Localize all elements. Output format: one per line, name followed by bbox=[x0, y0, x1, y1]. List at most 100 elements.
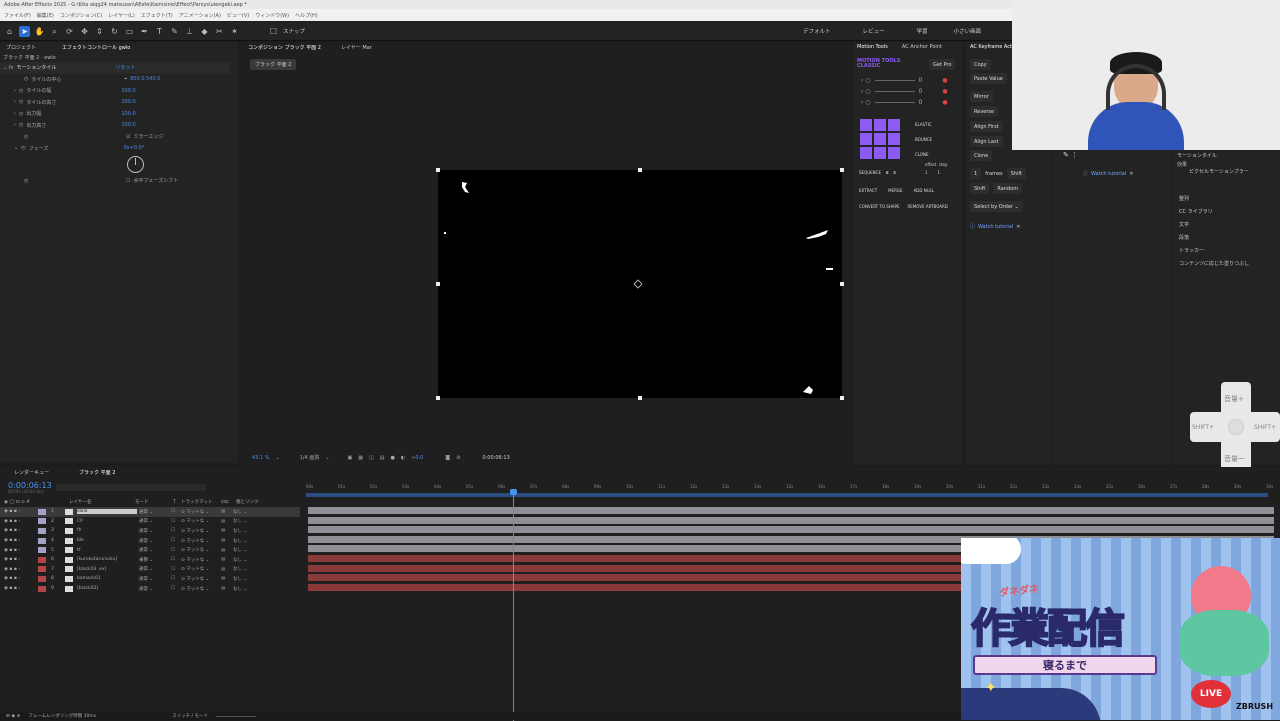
matte-select[interactable]: ⊙ マットな ⌄ bbox=[181, 566, 221, 572]
crosshair-icon[interactable]: ⌖ bbox=[124, 76, 127, 82]
pickwhip-icon[interactable]: @ bbox=[221, 538, 233, 543]
stopwatch-icon[interactable]: ◴ bbox=[19, 88, 23, 94]
panel-tracker[interactable]: トラッカー bbox=[1179, 245, 1280, 258]
t-toggle[interactable]: ☐ bbox=[171, 509, 181, 514]
mode-select[interactable]: 通常 ⌄ bbox=[137, 538, 171, 544]
pickwhip-icon[interactable]: @ bbox=[221, 557, 233, 562]
home-icon[interactable]: ⌂ bbox=[4, 26, 15, 37]
pickwhip-icon[interactable]: @ bbox=[221, 567, 233, 572]
chevron-down-icon[interactable]: ⌄ fx bbox=[3, 65, 14, 71]
handle[interactable] bbox=[840, 396, 844, 400]
label-color[interactable] bbox=[38, 508, 46, 515]
zoom-level[interactable]: 43.1 % bbox=[252, 455, 269, 461]
chevron-down-icon[interactable]: ⌄ bbox=[325, 455, 329, 461]
slider-row[interactable]: › ○ 0 ● bbox=[861, 97, 956, 108]
panel-character[interactable]: 文字 bbox=[1179, 219, 1280, 232]
prop-value[interactable]: 0x+0.0° bbox=[124, 145, 145, 151]
eye-icon[interactable]: ◉ ▪ ▪ › bbox=[0, 567, 38, 572]
tab-render-queue[interactable]: レンダーキュー bbox=[14, 469, 49, 476]
exposure-icon[interactable]: ◐ bbox=[401, 455, 405, 461]
edit-icon[interactable]: ✎ ⋮ bbox=[1063, 151, 1078, 159]
pen-tool-icon[interactable]: ✒ bbox=[139, 26, 150, 37]
label-color[interactable] bbox=[38, 566, 46, 573]
merge-button[interactable]: MERGE bbox=[888, 188, 902, 193]
stopwatch-icon[interactable]: ◴ bbox=[24, 178, 123, 184]
menu-edit[interactable]: 編集(E) bbox=[37, 12, 54, 19]
clone-button[interactable]: Clone bbox=[970, 150, 993, 161]
frames-num[interactable]: 1 bbox=[970, 168, 982, 179]
layer-name[interactable]: CP bbox=[77, 519, 137, 524]
chevron-right-icon[interactable]: › bbox=[14, 88, 16, 94]
t-toggle[interactable]: ☐ bbox=[171, 538, 181, 543]
panel-content-fill[interactable]: コンテンツに応じた塗りつぶし bbox=[1179, 258, 1280, 271]
tab-effect-controls[interactable]: エフェクトコントロール gwlo bbox=[62, 44, 130, 51]
pickwhip-icon[interactable]: @ bbox=[221, 586, 233, 591]
label-color[interactable] bbox=[38, 556, 46, 563]
shift-button[interactable]: Shift bbox=[1006, 168, 1026, 179]
eye-icon[interactable]: ◉ ▪ ▪ › bbox=[0, 548, 38, 553]
effect-header[interactable]: ⌄ fx モーションタイル リセット bbox=[0, 62, 230, 74]
copy-button[interactable]: Copy bbox=[970, 59, 991, 70]
menu-help[interactable]: ヘルプ(H) bbox=[295, 12, 318, 19]
remove-artboard-button[interactable]: REMOVE ARTBOARD bbox=[908, 204, 948, 209]
camera-icon[interactable]: ◙ bbox=[445, 455, 450, 461]
workspace-small[interactable]: 小さい画面 bbox=[954, 27, 982, 35]
parent-select[interactable]: なし ⌄ bbox=[233, 547, 273, 553]
mode-select[interactable]: 通常 ⌄ bbox=[137, 518, 171, 524]
mode-select[interactable]: 通常 ⌄ bbox=[137, 566, 171, 572]
handle[interactable] bbox=[840, 168, 844, 172]
layer-name[interactable]: [black03 .ex] bbox=[77, 567, 137, 572]
workspace-learn[interactable]: 学習 bbox=[917, 27, 928, 35]
workspace-review[interactable]: レビュー bbox=[863, 27, 885, 35]
matte-select[interactable]: ⊙ マットな ⌄ bbox=[181, 528, 221, 534]
prop-value[interactable]: 100.0 bbox=[121, 99, 135, 105]
switches-modes-toggle[interactable]: スイッチ / モード bbox=[172, 713, 208, 719]
link-icon[interactable]: ⊘ bbox=[456, 455, 460, 461]
stair-icon[interactable]: ⌸ bbox=[886, 170, 888, 175]
menu-layer[interactable]: レイヤー(L) bbox=[108, 12, 135, 19]
stopwatch-icon[interactable]: ◴ bbox=[19, 99, 23, 105]
t-toggle[interactable]: ☐ bbox=[171, 567, 181, 572]
layer-name[interactable]: [kurokutarunoizu] bbox=[77, 557, 137, 562]
matte-select[interactable]: ⊙ マットな ⌄ bbox=[181, 576, 221, 582]
parent-select[interactable]: なし ⌄ bbox=[233, 557, 273, 563]
layer-name[interactable]: tf bbox=[77, 548, 137, 553]
puppet-tool-icon[interactable]: ✶ bbox=[229, 26, 240, 37]
table-row[interactable]: ◉ ▪ ▪ › 4 ble 通常 ⌄ ☐ ⊙ マットな ⌄ @ なし ⌄ bbox=[0, 536, 300, 546]
pickwhip-icon[interactable]: @ bbox=[221, 519, 233, 524]
menu-window[interactable]: ウィンドウ(W) bbox=[255, 12, 289, 19]
stopwatch-icon[interactable]: ◴ bbox=[19, 122, 23, 128]
comp-time[interactable]: 0:00:06:13 bbox=[482, 455, 509, 461]
exposure-value[interactable]: +0.0 bbox=[411, 455, 423, 461]
chevron-right-icon[interactable]: › bbox=[14, 99, 16, 105]
dolly-tool-icon[interactable]: ⇕ bbox=[94, 26, 105, 37]
mode-select[interactable]: 通常 ⌄ bbox=[137, 586, 171, 592]
pickwhip-icon[interactable]: @ bbox=[221, 576, 233, 581]
t-toggle[interactable]: ☐ bbox=[171, 528, 181, 533]
layer-bar[interactable] bbox=[308, 507, 1274, 515]
matte-select[interactable]: ⊙ マットな ⌄ bbox=[181, 557, 221, 563]
mirror-button[interactable]: Mirror bbox=[970, 91, 993, 102]
label-color[interactable] bbox=[38, 537, 46, 544]
label-color[interactable] bbox=[38, 518, 46, 525]
chevron-right-icon[interactable]: › bbox=[14, 111, 16, 117]
align-first-button[interactable]: Align First bbox=[970, 121, 1003, 132]
menu-view[interactable]: ビュー(V) bbox=[227, 12, 249, 19]
mode-select[interactable]: 通常 ⌄ bbox=[137, 509, 171, 515]
matte-select[interactable]: ⊙ マットな ⌄ bbox=[181, 538, 221, 544]
paste-value-button[interactable]: Paste Value bbox=[970, 73, 1007, 84]
rect-tool-icon[interactable]: ▭ bbox=[124, 26, 135, 37]
stamp-tool-icon[interactable]: ⊥ bbox=[184, 26, 195, 37]
time-ruler[interactable]: 00s 01s 02s 03s 04s 05s 06s 07s 08s 09s 10s 11s 12s 1… bbox=[306, 481, 1276, 503]
prop-value[interactable]: 100.0 bbox=[121, 88, 135, 94]
mask-icon[interactable]: ◫ bbox=[369, 455, 374, 461]
t-toggle[interactable]: ☐ bbox=[171, 557, 181, 562]
comp-chip[interactable]: ブラック 平面 2 bbox=[250, 59, 297, 70]
table-row[interactable]: ◉ ▪ ▪ › 8 bamack01 通常 ⌄ ☐ ⊙ マットな ⌄ @ なし ⌄ bbox=[0, 574, 300, 584]
elastic-button[interactable]: ELASTIC bbox=[915, 117, 932, 132]
table-row[interactable]: ◉ ▪ ▪ › 3 fh 通常 ⌄ ☐ ⊙ マットな ⌄ @ なし ⌄ bbox=[0, 526, 300, 536]
close-icon[interactable]: ✕ bbox=[1016, 224, 1020, 230]
resolution-select[interactable]: 1/4 画質 bbox=[300, 454, 320, 461]
close-icon[interactable]: ✕ bbox=[1129, 171, 1133, 177]
work-area-bar[interactable] bbox=[306, 493, 1268, 497]
